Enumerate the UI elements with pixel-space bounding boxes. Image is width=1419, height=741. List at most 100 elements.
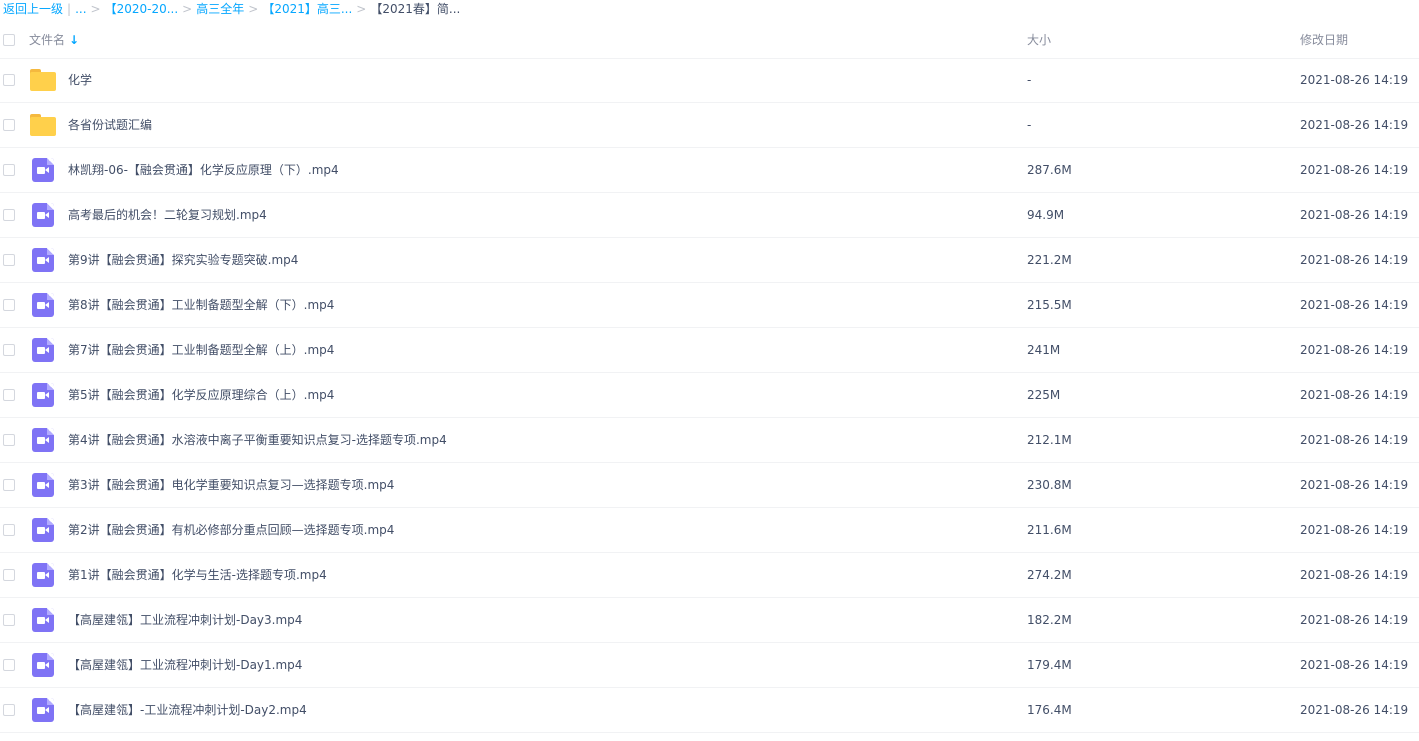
row-checkbox[interactable] [3, 164, 15, 176]
row-checkbox[interactable] [3, 659, 15, 671]
file-name[interactable]: 林凯翔-06-【融会贯通】化学反应原理（下）.mp4 [68, 148, 339, 193]
file-row[interactable]: 【高屋建瓴】-工业流程冲刺计划-Day2.mp4 176.4M 2021-08-26… [0, 688, 1419, 733]
file-row[interactable]: 林凯翔-06-【融会贯通】化学反应原理（下）.mp4 287.6M 2021-08-… [0, 148, 1419, 193]
file-size: 221.2M [1027, 253, 1072, 267]
row-checkbox[interactable] [3, 479, 15, 491]
folder-icon [30, 68, 56, 92]
video-file-icon [30, 698, 56, 722]
video-file-icon [30, 248, 56, 272]
breadcrumb-divider: | [67, 2, 72, 16]
file-row[interactable]: 【高屋建瓴】工业流程冲刺计划-Day1.mp4 179.4M 2021-08-26 … [0, 643, 1419, 688]
select-all-checkbox[interactable] [3, 34, 15, 46]
file-size: 274.2M [1027, 568, 1072, 582]
file-modified-date: 2021-08-26 14:19 [1300, 73, 1409, 87]
video-file-icon [30, 338, 56, 362]
file-modified-date: 2021-08-26 14:19 [1300, 433, 1409, 447]
file-name[interactable]: 第8讲【融会贯通】工业制备题型全解（下）.mp4 [68, 283, 334, 328]
breadcrumb-item-2[interactable]: 高三全年 [196, 2, 244, 16]
breadcrumb-item-3[interactable]: 【2021】高三... [262, 2, 352, 16]
row-checkbox[interactable] [3, 254, 15, 266]
file-row[interactable]: 第2讲【融会贯通】有机必修部分重点回顾—选择题专项.mp4 211.6M 2021-… [0, 508, 1419, 553]
file-name[interactable]: 【高屋建瓴】工业流程冲刺计划-Day1.mp4 [68, 643, 302, 688]
file-name[interactable]: 【高屋建瓴】工业流程冲刺计划-Day3.mp4 [68, 598, 302, 643]
breadcrumb-separator-icon: > [248, 2, 259, 16]
folder-icon [30, 113, 56, 137]
file-modified-date: 2021-08-26 14:19 [1300, 118, 1409, 132]
file-modified-date: 2021-08-26 14:19 [1300, 298, 1409, 312]
file-name[interactable]: 第4讲【融会贯通】水溶液中离子平衡重要知识点复习-选择题专项.mp4 [68, 418, 447, 463]
breadcrumb-current: 【2021春】简... [370, 2, 461, 16]
file-name[interactable]: 化学 [68, 58, 92, 103]
file-row[interactable]: 第4讲【融会贯通】水溶液中离子平衡重要知识点复习-选择题专项.mp4 212.1M… [0, 418, 1419, 463]
column-header-date[interactable]: 修改日期 [1300, 25, 1348, 55]
breadcrumb: 返回上一级 |... > 【2020-20... > 高三全年 > 【2021】高三... > 【… [3, 0, 460, 18]
file-row[interactable]: 【高屋建瓴】工业流程冲刺计划-Day3.mp4 182.2M 2021-08-26 … [0, 598, 1419, 643]
row-checkbox[interactable] [3, 299, 15, 311]
row-checkbox[interactable] [3, 344, 15, 356]
video-file-icon [30, 473, 56, 497]
file-modified-date: 2021-08-26 14:19 [1300, 613, 1409, 627]
row-checkbox[interactable] [3, 74, 15, 86]
video-file-icon [30, 293, 56, 317]
file-name[interactable]: 各省份试题汇编 [68, 103, 152, 148]
file-row[interactable]: 第8讲【融会贯通】工业制备题型全解（下）.mp4 215.5M 2021-08-26… [0, 283, 1419, 328]
file-size: 179.4M [1027, 658, 1072, 672]
file-name[interactable]: 【高屋建瓴】-工业流程冲刺计划-Day2.mp4 [68, 688, 307, 733]
file-size: 212.1M [1027, 433, 1072, 447]
file-name[interactable]: 第7讲【融会贯通】工业制备题型全解（上）.mp4 [68, 328, 334, 373]
file-row[interactable]: 第7讲【融会贯通】工业制备题型全解（上）.mp4 241M 2021-08-26 1… [0, 328, 1419, 373]
file-size: 241M [1027, 343, 1061, 357]
file-name[interactable]: 第2讲【融会贯通】有机必修部分重点回顾—选择题专项.mp4 [68, 508, 394, 553]
row-checkbox[interactable] [3, 434, 15, 446]
column-header-size[interactable]: 大小 [1027, 25, 1051, 55]
file-modified-date: 2021-08-26 14:19 [1300, 388, 1409, 402]
video-file-icon [30, 203, 56, 227]
breadcrumb-separator-icon: > [90, 2, 101, 16]
breadcrumb-ellipsis[interactable]: ... [75, 2, 86, 16]
file-modified-date: 2021-08-26 14:19 [1300, 253, 1409, 267]
video-file-icon [30, 608, 56, 632]
video-file-icon [30, 518, 56, 542]
row-checkbox[interactable] [3, 704, 15, 716]
file-size: 211.6M [1027, 523, 1072, 537]
video-file-icon [30, 383, 56, 407]
row-checkbox[interactable] [3, 614, 15, 626]
file-row[interactable]: 高考最后的机会！二轮复习规划.mp4 94.9M 2021-08-26 14:19 [0, 193, 1419, 238]
file-name[interactable]: 第1讲【融会贯通】化学与生活-选择题专项.mp4 [68, 553, 327, 598]
video-file-icon [30, 158, 56, 182]
row-checkbox[interactable] [3, 524, 15, 536]
row-checkbox[interactable] [3, 209, 15, 221]
file-name[interactable]: 第9讲【融会贯通】探究实验专题突破.mp4 [68, 238, 298, 283]
file-modified-date: 2021-08-26 14:19 [1300, 163, 1409, 177]
file-modified-date: 2021-08-26 14:19 [1300, 568, 1409, 582]
file-size: - [1027, 118, 1032, 132]
row-checkbox[interactable] [3, 389, 15, 401]
back-link[interactable]: 返回上一级 [3, 2, 63, 16]
sort-arrow-down-icon[interactable]: ↓ [69, 25, 79, 55]
file-size: 225M [1027, 388, 1061, 402]
breadcrumb-separator-icon: > [356, 2, 367, 16]
file-name[interactable]: 高考最后的机会！二轮复习规划.mp4 [68, 193, 267, 238]
file-list-header: 文件名 ↓ 大小 修改日期 [0, 25, 1419, 59]
file-modified-date: 2021-08-26 14:19 [1300, 208, 1409, 222]
column-header-name[interactable]: 文件名 ↓ [29, 25, 79, 55]
file-name[interactable]: 第3讲【融会贯通】电化学重要知识点复习—选择题专项.mp4 [68, 463, 394, 508]
column-header-name-label: 文件名 [29, 33, 66, 47]
file-row[interactable]: 第3讲【融会贯通】电化学重要知识点复习—选择题专项.mp4 230.8M 2021-… [0, 463, 1419, 508]
file-size: 94.9M [1027, 208, 1065, 222]
file-row[interactable]: 第9讲【融会贯通】探究实验专题突破.mp4 221.2M 2021-08-26 14… [0, 238, 1419, 283]
breadcrumb-separator-icon: > [182, 2, 193, 16]
video-file-icon [30, 653, 56, 677]
file-row[interactable]: 各省份试题汇编 - 2021-08-26 14:19 [0, 103, 1419, 148]
file-name[interactable]: 第5讲【融会贯通】化学反应原理综合（上）.mp4 [68, 373, 334, 418]
file-size: 230.8M [1027, 478, 1072, 492]
row-checkbox[interactable] [3, 119, 15, 131]
file-size: 176.4M [1027, 703, 1072, 717]
breadcrumb-item-1[interactable]: 【2020-20... [105, 2, 179, 16]
file-row[interactable]: 第5讲【融会贯通】化学反应原理综合（上）.mp4 225M 2021-08-26 1… [0, 373, 1419, 418]
file-modified-date: 2021-08-26 14:19 [1300, 523, 1409, 537]
file-row[interactable]: 化学 - 2021-08-26 14:19 [0, 58, 1419, 103]
file-row[interactable]: 第1讲【融会贯通】化学与生活-选择题专项.mp4 274.2M 2021-08-26… [0, 553, 1419, 598]
file-modified-date: 2021-08-26 14:19 [1300, 703, 1409, 717]
row-checkbox[interactable] [3, 569, 15, 581]
